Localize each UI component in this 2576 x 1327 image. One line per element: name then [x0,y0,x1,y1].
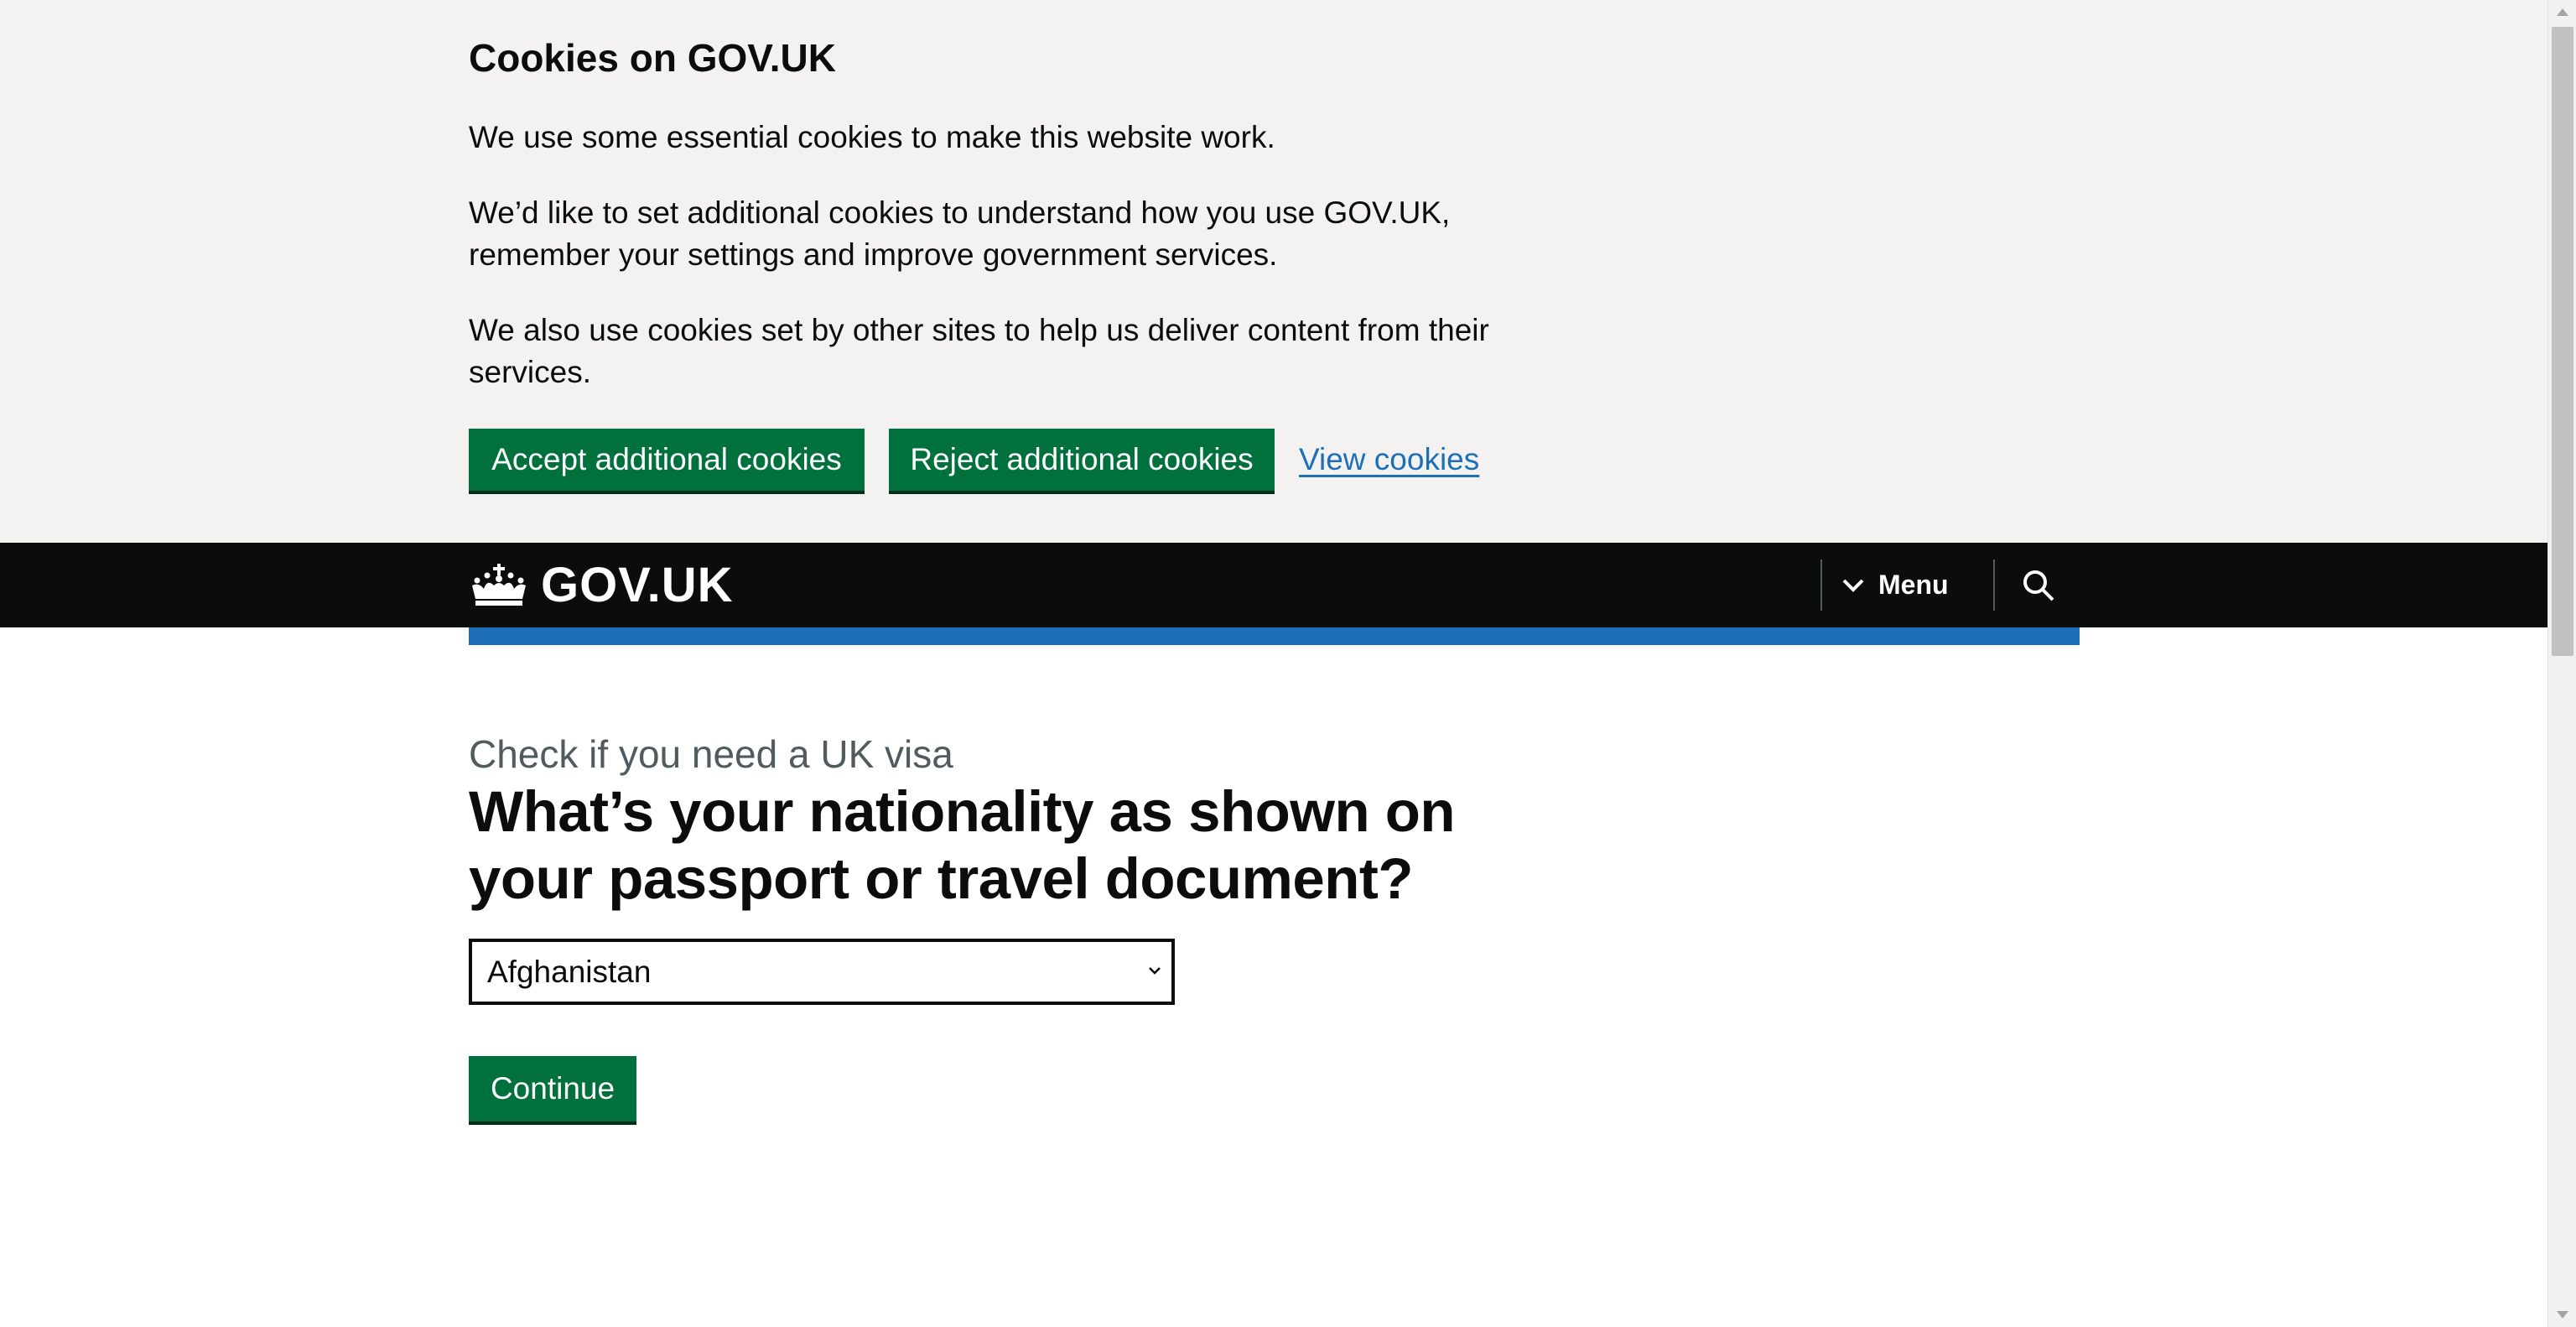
scroll-down-arrow-icon[interactable] [2557,1311,2568,1319]
menu-button[interactable]: Menu [1841,559,1949,611]
nationality-select[interactable]: Afghanistan [469,939,1175,1005]
continue-button[interactable]: Continue [469,1056,636,1121]
scroll-up-arrow-icon[interactable] [2557,8,2568,16]
crown-icon [472,564,526,606]
reject-cookies-button[interactable]: Reject additional cookies [889,429,1275,491]
nav-divider [1993,559,1995,611]
cookie-paragraph-additional: We’d like to set additional cookies to u… [469,195,1451,272]
page: Cookies on GOV.UK We use some essential … [0,0,2576,1327]
search-icon [2023,570,2054,601]
search-button[interactable] [2012,559,2064,611]
page-caption: Check if you need a UK visa [469,732,953,776]
scrollbar-thumb[interactable] [2552,27,2573,656]
nationality-select-value: Afghanistan [487,955,652,989]
cookie-banner: Cookies on GOV.UK We use some essential … [0,0,2547,543]
view-cookies-link[interactable]: View cookies [1299,434,1479,486]
cookie-paragraph-third-party: We also use cookies set by other sites t… [469,313,1489,389]
govuk-logo-link[interactable]: GOV.UK [469,559,733,611]
vertical-scrollbar[interactable] [2547,0,2576,1327]
logo-text: GOV.UK [541,558,734,612]
cookie-paragraph-essential: We use some essential cookies to make th… [469,120,1275,154]
nav-divider [1820,559,1822,611]
header-blue-bar [469,627,2080,645]
cookie-banner-title: Cookies on GOV.UK [469,36,836,80]
site-header: GOV.UK Menu [0,543,2547,627]
chevron-down-icon [1842,579,1864,592]
viewport: Cookies on GOV.UK We use some essential … [0,0,2547,1327]
chevron-down-icon [1149,967,1161,975]
accept-cookies-button[interactable]: Accept additional cookies [469,429,865,491]
page-title: What’s your nationality as shown on your… [469,779,1456,911]
menu-label: Menu [1878,570,1949,600]
